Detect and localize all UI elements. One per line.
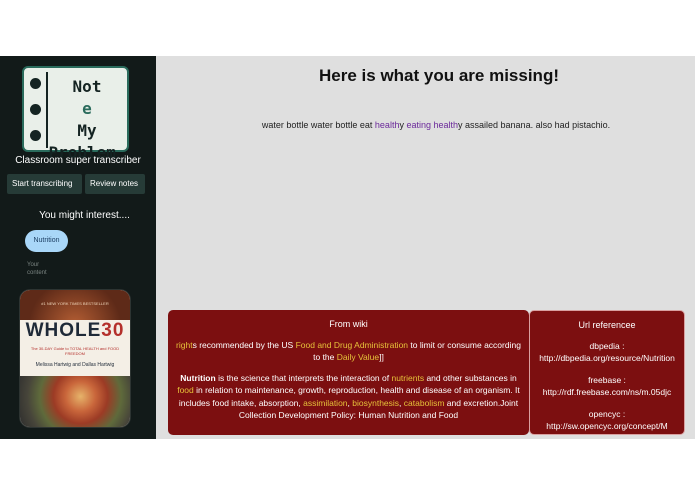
binding-ring-icon (30, 104, 41, 115)
wiki-term: Nutrition (180, 372, 216, 383)
book-authors: Melissa Hartwig and Dallas Hartwig (35, 362, 115, 368)
url-source-label: freebase : (588, 374, 626, 385)
book-alt-text: Your content (27, 262, 47, 276)
wiki-link[interactable]: right (176, 340, 193, 350)
interest-heading: You might interest.... (39, 210, 130, 221)
transcript-keyword[interactable]: health (375, 120, 400, 130)
wiki-link[interactable]: catabolism (404, 398, 445, 408)
logo-text: Not e My Problem_ (48, 76, 126, 164)
wiki-link[interactable]: assimilation (303, 398, 347, 408)
wiki-paragraph: rights recommended by the US Food and Dr… (172, 339, 525, 364)
notebook-binding-icon (26, 72, 48, 148)
book-cover-whole30[interactable]: #1 NEW YORK TIMES BESTSELLER WHOLE30 The… (20, 290, 130, 427)
wiki-link[interactable]: Daily Value (337, 352, 379, 362)
wiki-panel: From wiki rights recommended by the US F… (168, 310, 529, 435)
wiki-text: is the science that interprets the inter… (215, 372, 392, 383)
wiki-link[interactable]: Food and Drug Administration (296, 340, 408, 350)
app-window: Not e My Problem_ Classroom super transcr… (0, 56, 695, 439)
main-content: Here is what you are missing! water bott… (156, 56, 695, 439)
book-subtitle: The 30-DAY Guide to TOTAL HEALTH and FOO… (30, 346, 120, 356)
url-source-label: dbpedia : (589, 340, 625, 351)
url-source-label: opencyc : (588, 408, 626, 419)
transcript-segment: y assailed banana. also had pistachio. (458, 120, 611, 130)
binding-ring-icon (30, 130, 41, 141)
wiki-link[interactable]: nutrients (391, 373, 424, 383)
app-tagline: Classroom super transcriber (15, 155, 141, 166)
book-bestseller-label: #1 NEW YORK TIMES BESTSELLER (41, 301, 109, 306)
url-reference-panel[interactable]: Url referencee dbpedia : http://dbpedia.… (529, 310, 685, 435)
transcript-text: water bottle water bottle eat healthy ea… (156, 120, 695, 130)
transcript-segment: water bottle water bottle eat (261, 120, 375, 130)
page-title: Here is what you are missing! (319, 66, 559, 85)
wiki-text: and other substances in (424, 372, 517, 383)
review-notes-button[interactable]: Review notes (85, 174, 145, 194)
logo-line-1: Not (72, 77, 102, 96)
wiki-paragraph: Nutrition is the science that interprets… (172, 372, 525, 422)
url-panel-heading: Url referencee (578, 320, 636, 330)
app-logo: Not e My Problem_ (22, 66, 129, 162)
book-cover-dish-image (20, 376, 130, 427)
url-link[interactable]: http://sw.opencyc.org/concept/M (534, 420, 680, 433)
book-title-word: WHOLE (25, 320, 102, 341)
book-title: WHOLE30 (20, 320, 130, 342)
logo-line-1-accent: e (82, 99, 92, 118)
start-transcribing-button[interactable]: Start transcribing (7, 174, 82, 194)
wiki-panel-heading: From wiki (329, 319, 368, 329)
logo-line-2: My (77, 121, 97, 140)
binding-ring-icon (30, 78, 41, 89)
url-link[interactable]: http://rdf.freebase.com/ns/m.05djc (534, 386, 680, 399)
wiki-text: s recommended by the US (192, 339, 296, 350)
book-title-number: 30 (101, 320, 125, 341)
url-link[interactable]: http://dbpedia.org/resource/Nutrition (534, 352, 680, 365)
sidebar: Not e My Problem_ Classroom super transcr… (0, 56, 156, 439)
wiki-text: ]] (379, 352, 384, 362)
topic-chip-nutrition[interactable]: Nutrition (25, 230, 68, 252)
wiki-link[interactable]: food (177, 385, 194, 395)
transcript-keyword[interactable]: eating health (406, 120, 458, 130)
wiki-link[interactable]: biosynthesis (352, 398, 399, 408)
